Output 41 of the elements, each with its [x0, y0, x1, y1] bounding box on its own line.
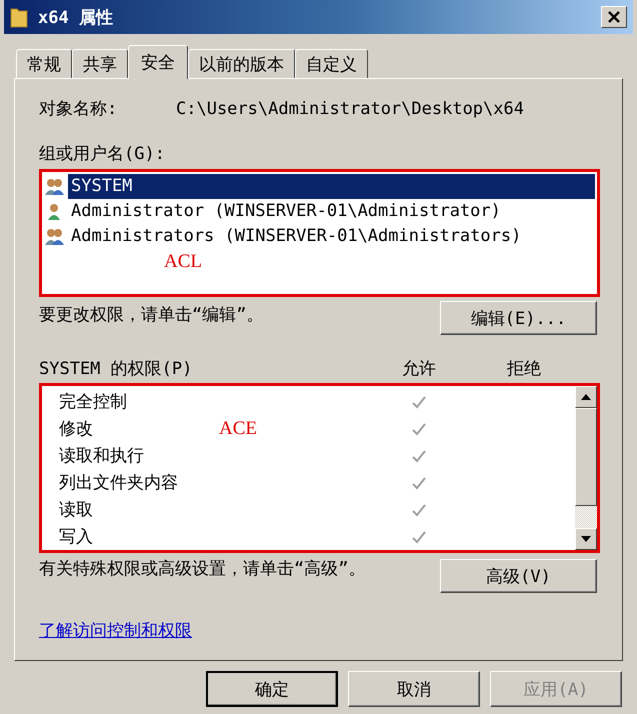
deny-header: 拒绝 — [506, 358, 542, 380]
up-arrow-icon — [581, 394, 591, 400]
help-link[interactable]: 了解访问控制和权限 — [39, 619, 192, 642]
tab[interactable]: 安全 — [128, 45, 188, 79]
folder-icon — [10, 6, 28, 28]
permission-name: 读取 — [59, 499, 94, 521]
user-list[interactable]: SYSTEM Administrator (WINSERVER-01\Administrator) Administrators (WINSERVER-01\Administrators) ACL — [39, 169, 600, 297]
tab[interactable]: 常规 — [16, 49, 72, 78]
window-title: x64 属性 — [38, 6, 114, 28]
edit-hint: 要更改权限，请单击“编辑”。 — [39, 304, 264, 326]
permission-name: 列出文件夹内容 — [59, 472, 179, 494]
edit-button[interactable]: 编辑(E)... — [440, 301, 597, 335]
scroll-down-button[interactable] — [575, 528, 597, 550]
groups-label: 组或用户名(G): — [39, 143, 166, 165]
permission-name: 写入 — [59, 526, 94, 548]
user-list-item[interactable]: SYSTEM — [68, 174, 595, 199]
tab[interactable]: 自定义 — [295, 49, 368, 78]
annotation-label: ACL — [164, 251, 202, 273]
permissions-label: SYSTEM 的权限(P) — [39, 358, 194, 380]
user-list-item[interactable]: Administrators (WINSERVER-01\Administrators) — [68, 224, 524, 249]
advanced-hint: 有关特殊权限或高级设置，请单击“高级”。 — [39, 559, 366, 579]
user-list-item[interactable]: Administrator (WINSERVER-01\Administrator) — [68, 199, 504, 224]
dialog-button[interactable]: 确定 — [206, 671, 338, 707]
close-icon — [608, 11, 620, 23]
allow-header: 允许 — [401, 358, 437, 380]
permission-name: 修改 — [59, 418, 94, 440]
people-icon — [44, 176, 66, 196]
tab[interactable]: 以前的版本 — [188, 49, 295, 78]
advanced-button[interactable]: 高级(V) — [440, 559, 597, 593]
permission-name: 完全控制 — [59, 391, 128, 413]
dialog-button[interactable]: 取消 — [348, 671, 480, 707]
scroll-thumb[interactable] — [575, 408, 597, 506]
object-name-label: 对象名称: — [39, 98, 118, 120]
permission-name: 读取和执行 — [59, 445, 145, 467]
object-name-value: C:\Users\Administrator\Desktop\x64 — [176, 98, 524, 118]
close-button[interactable] — [601, 6, 627, 28]
tab[interactable]: 共享 — [72, 49, 128, 78]
down-arrow-icon — [581, 536, 591, 542]
annotation-label: ACE — [219, 418, 257, 438]
people-icon — [44, 226, 66, 246]
scroll-up-button[interactable] — [575, 386, 597, 408]
